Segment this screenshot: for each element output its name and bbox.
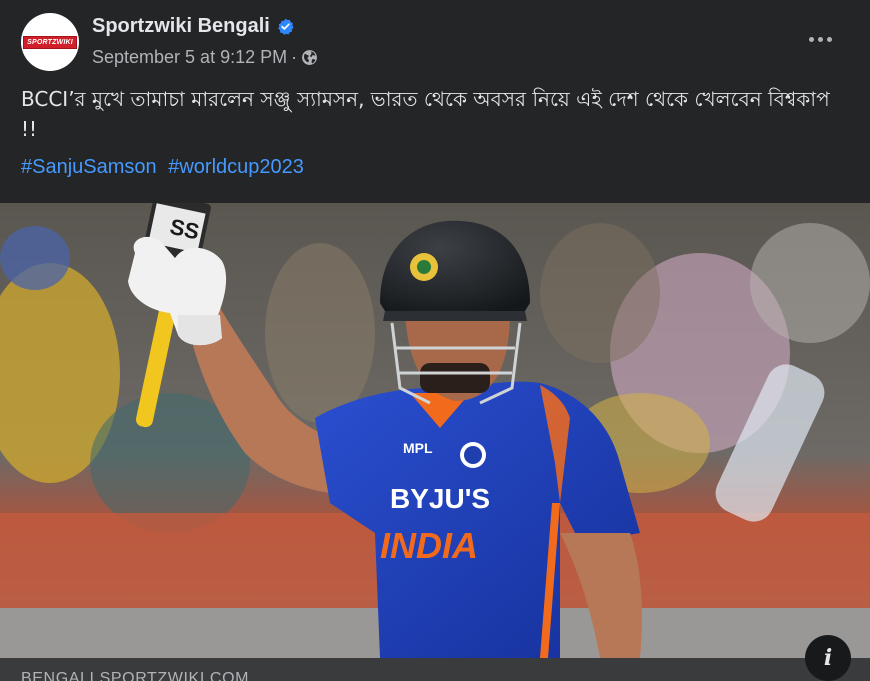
page-avatar[interactable]: SPORTZWIKI [21, 13, 79, 71]
author-row: Sportzwiki Bengali [92, 15, 294, 38]
verified-badge-icon [278, 18, 294, 35]
more-options-button[interactable] [800, 22, 840, 56]
link-preview-bar[interactable]: BENGALI.SPORTZWIKI.COM [0, 658, 870, 681]
post-timestamp[interactable]: September 5 at 9:12 PM [92, 47, 287, 68]
post-text: BCCI’র মুখে তামাচা মারলেন সঞ্জু স্যামসন,… [21, 87, 830, 141]
hashtag-link[interactable]: #SanjuSamson [21, 156, 157, 178]
more-options-icon [808, 36, 814, 42]
hashtags: #SanjuSamson #worldcup2023 [21, 156, 310, 179]
info-icon: i [823, 645, 833, 671]
jersey-brand: MPL [403, 440, 433, 456]
post-header: SPORTZWIKI Sportzwiki Bengali September … [0, 0, 870, 80]
avatar-logo: SPORTZWIKI [23, 35, 77, 49]
author-name[interactable]: Sportzwiki Bengali [92, 15, 270, 38]
meta-separator: · [291, 47, 298, 67]
globe-icon[interactable] [301, 49, 318, 66]
photo-illustration: SS MPL BYJU'S INDIA [0, 203, 870, 658]
link-domain: BENGALI.SPORTZWIKI.COM [21, 670, 250, 681]
jersey-country: INDIA [380, 525, 478, 566]
hashtag-link[interactable]: #worldcup2023 [168, 156, 304, 178]
post-meta: September 5 at 9:12 PM · [92, 47, 318, 68]
more-options-icon [826, 36, 832, 42]
more-options-icon [817, 36, 823, 42]
info-button[interactable]: i [805, 635, 851, 681]
jersey-sponsor: BYJU'S [390, 483, 490, 514]
post-photo[interactable]: SS MPL BYJU'S INDIA [0, 203, 870, 658]
